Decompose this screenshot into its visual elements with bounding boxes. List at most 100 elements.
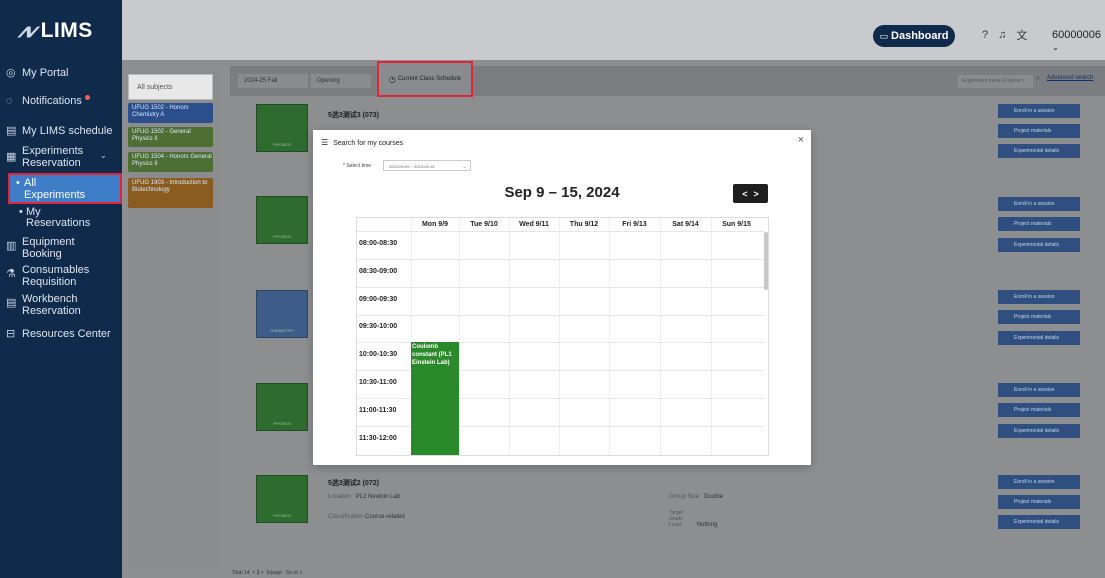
experimental-details-button[interactable]: Experimental details	[998, 424, 1080, 438]
thumb-caption: PHYSICS	[273, 142, 291, 147]
day-header: Sat 9/14	[672, 221, 699, 228]
subject-tag[interactable]: UFUG 1502 - General Physics II	[128, 127, 213, 147]
project-materials-button[interactable]: Project materials	[998, 403, 1080, 417]
sidebar-item-my-portal[interactable]: ◎ My Portal	[0, 67, 122, 79]
project-materials-button[interactable]: Project materials	[998, 310, 1080, 324]
notification-badge	[84, 95, 90, 100]
experimental-details-button[interactable]: Experimental details	[998, 331, 1080, 345]
logo-text: LIMS	[40, 19, 93, 42]
card-thumbnail[interactable]: CHEMISTRY	[256, 290, 308, 338]
chevron-down-icon: ⌄	[1052, 43, 1059, 52]
meta-value: Nothing	[696, 522, 718, 528]
meta-value: Course-related	[365, 514, 405, 520]
next-week-button[interactable]: >	[754, 189, 759, 199]
dashboard-button[interactable]: ▭ Dashboard	[873, 25, 955, 47]
project-materials-button[interactable]: Project materials	[998, 124, 1080, 138]
card-meta: Target Grade Level Nothing	[669, 510, 749, 528]
week-nav: < >	[733, 184, 768, 203]
time-slot-label: 09:00-09:30	[359, 296, 398, 303]
experimental-details-button[interactable]: Experimental details	[998, 238, 1080, 252]
pager-goto-label: Go to	[285, 570, 299, 576]
search-courses-modal: ☰ Search for my courses × * Select time …	[313, 130, 811, 465]
current-class-schedule-button[interactable]: ◷ Current Class Schedule	[377, 61, 473, 97]
sidebar-item-label: My LIMS schedule	[22, 125, 113, 137]
column-line	[660, 218, 661, 455]
subject-tag[interactable]: UFUG 1504 - Honors General Physics II	[128, 152, 213, 172]
subject-tag[interactable]: UFUG 1502 - Honors Chemistry A	[128, 103, 213, 123]
enroll-button[interactable]: Enroll in a session	[998, 383, 1080, 397]
language-icon[interactable]: 文	[1016, 27, 1027, 43]
semester-select[interactable]: 2024-25 Fall	[238, 74, 308, 88]
portal-icon: ◎	[6, 67, 16, 79]
project-materials-button[interactable]: Project materials	[998, 495, 1080, 509]
meta-label: Group Size	[669, 494, 700, 500]
resources-icon: ⊟	[6, 328, 16, 340]
card-thumbnail[interactable]: PHYSICS	[256, 475, 308, 523]
time-slot-label: 10:30-11:00	[359, 379, 397, 386]
column-line	[559, 218, 560, 455]
sidebar-item-experiments-reservation[interactable]: ▦ Experiments Reservation ⌄	[0, 145, 122, 169]
pagination: Total 14 < 1 > 5/page Go to 1	[232, 570, 303, 576]
experimental-details-button[interactable]: Experimental details	[998, 144, 1080, 158]
calendar-event[interactable]: Coulomb constant (PL1 Einstein Lab)	[411, 342, 459, 455]
thumb-caption: PHYSICS	[273, 513, 291, 518]
prev-week-button[interactable]: <	[742, 189, 747, 199]
advanced-search-link[interactable]: Advanced search	[1047, 75, 1093, 81]
column-line	[509, 218, 510, 455]
workbench-icon: ▤	[6, 297, 17, 309]
day-header: Sun 9/15	[722, 221, 751, 228]
row-line	[357, 231, 764, 232]
sidebar-item-label: Equipment Booking	[22, 236, 75, 260]
bell-icon[interactable]: ♫	[998, 29, 1006, 41]
subject-all[interactable]: All subjects	[128, 74, 213, 100]
sidebar-item-label: Experiments Reservation	[22, 145, 84, 169]
chat-icon: ◌	[6, 95, 13, 107]
chevron-down-icon: ⌄	[462, 164, 466, 169]
pager-current-page[interactable]: 1	[257, 570, 260, 576]
card-thumbnail[interactable]: PHYSICS	[256, 383, 308, 431]
pager-size-select[interactable]: 5/page	[266, 570, 281, 576]
card-meta: Location PL2 Newton Lab	[328, 494, 400, 500]
card-thumbnail[interactable]: PHYSICS	[256, 104, 308, 152]
subject-tag[interactable]: UFUG 1903 - Introduction to Biotechnolog…	[128, 178, 213, 208]
sidebar-item-equipment-booking[interactable]: ▥ Equipment Booking	[0, 236, 122, 260]
meta-label: Target Grade Level	[669, 510, 683, 528]
card-thumbnail[interactable]: PHYSICS	[256, 196, 308, 244]
modal-title-text: Search for my courses	[333, 140, 404, 147]
sidebar-subitem-my-reservations[interactable]: • My Reservations	[19, 207, 96, 229]
calendar-scrollbar[interactable]	[764, 232, 768, 290]
sidebar-item-my-lims-schedule[interactable]: ▤ My LIMS schedule	[0, 125, 122, 137]
sidebar-subitem-all-experiments[interactable]: • All Experiments	[8, 173, 122, 204]
sidebar-item-notifications[interactable]: ◌ Notifications	[0, 95, 122, 107]
app-logo[interactable]: ⩘⩗ LIMS	[18, 19, 93, 43]
status-select[interactable]: Opening	[311, 74, 371, 88]
pager-goto-input[interactable]: 1	[300, 570, 303, 576]
sidebar-item-consumables-requisition[interactable]: ⚗ Consumables Requisition	[0, 264, 122, 288]
monitor-icon: ▭	[879, 30, 889, 41]
enroll-button[interactable]: Enroll in a session	[998, 104, 1080, 118]
meta-value: Double	[704, 494, 724, 500]
schedule-label: Current Class Schedule	[397, 76, 462, 82]
select-time-label: * Select time	[343, 163, 372, 169]
day-header: Fri 9/13	[622, 221, 647, 228]
sidebar-item-resources-center[interactable]: ⊟ Resources Center	[0, 328, 122, 340]
column-line	[459, 218, 460, 455]
card-meta: Group Size Double	[669, 494, 723, 500]
bullet-icon: •	[16, 177, 20, 189]
sidebar-item-label: Notifications	[22, 95, 82, 107]
close-icon[interactable]: ×	[798, 134, 804, 146]
thumb-caption: CHEMISTRY	[270, 328, 294, 333]
date-range-picker[interactable]: 2024-09-09 ~ 2024-09-15 ⌄	[383, 160, 471, 171]
experiment-search-input[interactable]: Experiment name (Course c	[958, 75, 1033, 88]
experimental-details-button[interactable]: Experimental details	[998, 515, 1080, 529]
enroll-button[interactable]: Enroll in a session	[998, 290, 1080, 304]
user-menu[interactable]: 60000006 ⌄	[1052, 29, 1105, 53]
search-icon[interactable]: ⌕	[1036, 75, 1040, 83]
sidebar-item-workbench-reservation[interactable]: ▤ Workbench Reservation	[0, 293, 122, 317]
enroll-button[interactable]: Enroll in a session	[998, 475, 1080, 489]
project-materials-button[interactable]: Project materials	[998, 217, 1080, 231]
sidebar-item-label: My Portal	[22, 67, 69, 79]
time-slot-label: 10:00-10:30	[359, 351, 398, 358]
enroll-button[interactable]: Enroll in a session	[998, 197, 1080, 211]
help-icon[interactable]: ?	[982, 29, 988, 41]
